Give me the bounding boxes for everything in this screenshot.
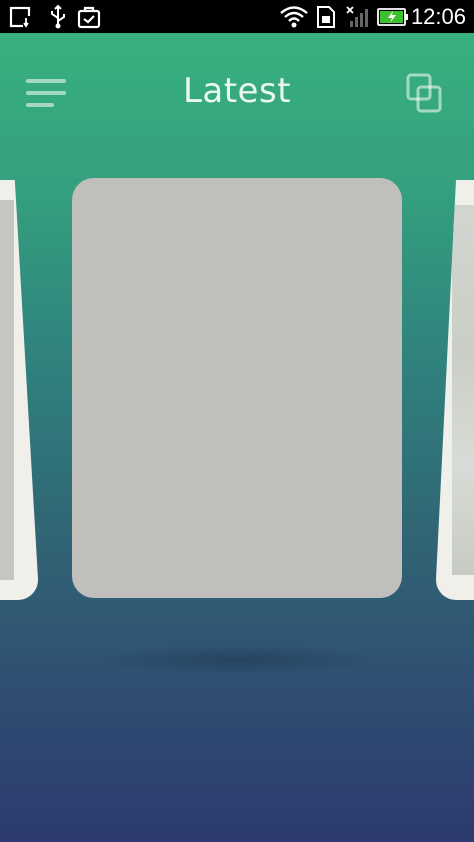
card-right-image [452, 205, 474, 575]
status-clock: 12:06 [410, 4, 466, 29]
card-shadow [95, 645, 380, 675]
wifi-icon [278, 0, 310, 33]
screenshot-icon [6, 0, 40, 33]
copy-button[interactable] [404, 71, 446, 115]
card-left-partial[interactable] [0, 180, 38, 600]
signal-icon [344, 0, 372, 33]
page-title: Latest [182, 71, 292, 111]
battery-charging-icon [376, 0, 410, 33]
copy-icon [406, 73, 442, 113]
briefcase-icon [74, 0, 104, 33]
status-bar: 12:06 [0, 0, 474, 33]
sim-card-icon [313, 0, 339, 33]
usb-icon [44, 0, 72, 33]
card-right-partial[interactable] [436, 180, 474, 600]
card-carousel[interactable] [0, 175, 474, 615]
app-bar: Latest [0, 33, 474, 153]
card-left-image [0, 200, 14, 580]
card-center[interactable] [72, 178, 402, 598]
